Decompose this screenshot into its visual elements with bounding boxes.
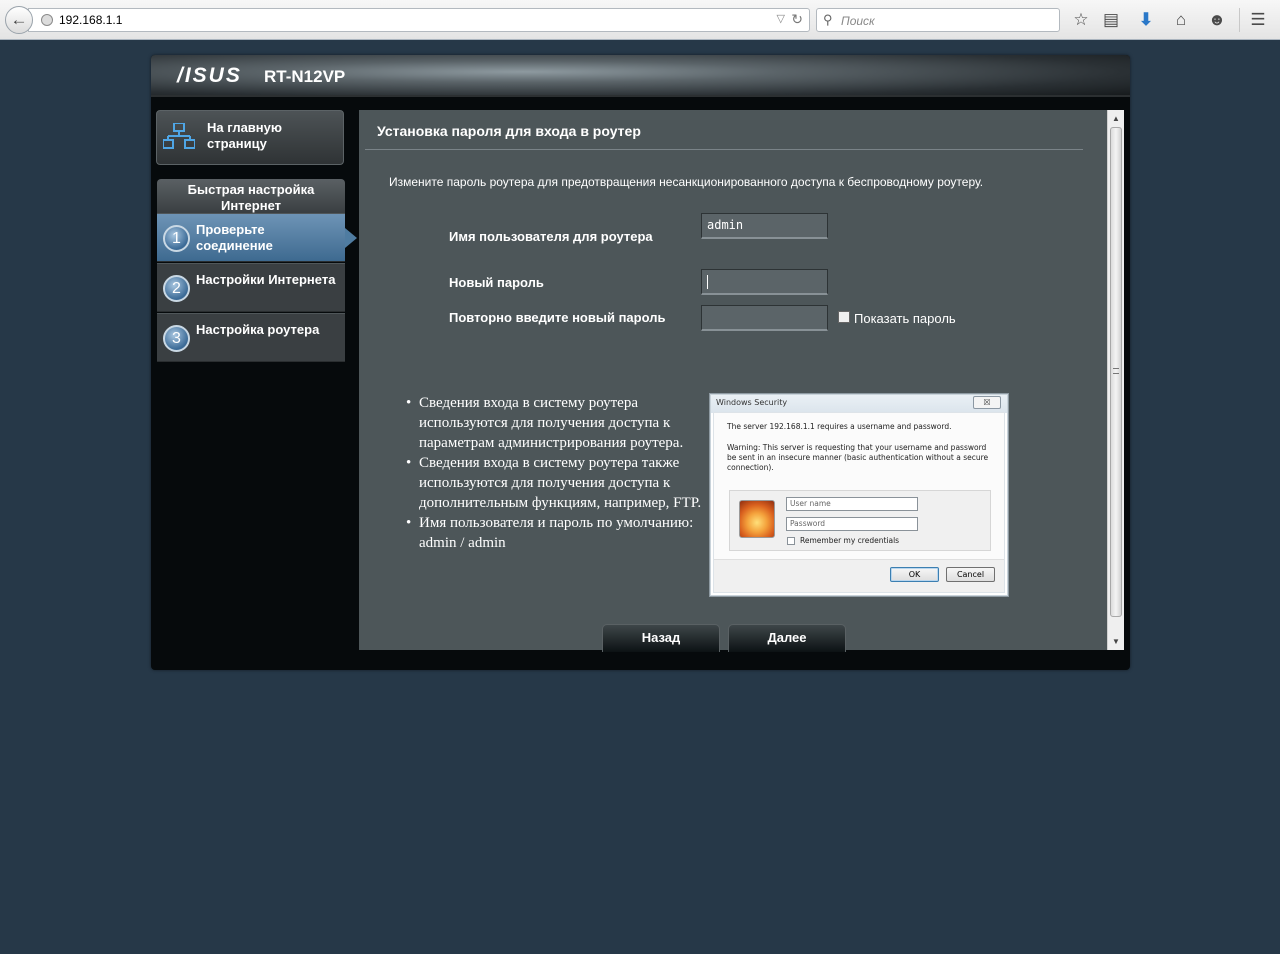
home-page-label: На главную страницу: [207, 120, 282, 151]
bookmarks-list-icon[interactable]: ▤: [1100, 9, 1122, 31]
search-input[interactable]: ⚲ Поиск: [816, 8, 1060, 32]
scrollbar-thumb[interactable]: [1110, 127, 1122, 617]
dialog-body: The server 192.168.1.1 requires a userna…: [713, 412, 1005, 593]
dialog-remember-checkbox: [787, 537, 795, 545]
active-step-arrow: [345, 228, 357, 248]
home-icon[interactable]: ⌂: [1170, 9, 1192, 31]
step-label: Настройки Интернета: [196, 272, 336, 287]
dialog-titlebar: Windows Security ☒: [711, 395, 1007, 413]
scroll-grip-icon: [1113, 368, 1119, 374]
info-item: Имя пользователя и пароль по умолчанию: …: [404, 513, 704, 553]
home-page-button[interactable]: На главную страницу: [156, 110, 344, 165]
dialog-ok-button: OK: [890, 567, 939, 582]
next-button[interactable]: Далее: [728, 624, 846, 652]
user-avatar-icon: [739, 500, 775, 538]
dialog-username-field: User name: [786, 497, 918, 511]
reload-icon[interactable]: ↻: [791, 11, 803, 28]
step-number: 3: [163, 325, 190, 352]
main-panel: Установка пароля для входа в роутер Изме…: [359, 110, 1107, 652]
menu-icon[interactable]: ☰: [1247, 9, 1269, 31]
username-label: Имя пользователя для роутера: [449, 229, 653, 244]
dialog-cancel-button: Cancel: [946, 567, 995, 582]
back-button[interactable]: ←: [5, 6, 33, 34]
dialog-credentials-panel: User name Password Remember my credentia…: [729, 490, 991, 551]
username-input[interactable]: admin: [701, 213, 828, 239]
text-caret: [707, 274, 708, 289]
search-icon: ⚲: [823, 12, 833, 27]
show-password-checkbox[interactable]: [838, 311, 850, 323]
step-number: 2: [163, 275, 190, 302]
toolbar-separator: [1239, 8, 1240, 32]
router-header: /ISUS RT-N12VP: [151, 55, 1130, 97]
asus-logo: /ISUS: [177, 64, 242, 87]
scroll-up-icon[interactable]: ▲: [1108, 110, 1124, 127]
router-page: /ISUS RT-N12VP На главную страницу Быстр…: [151, 55, 1130, 670]
info-item: Сведения входа в систему роутера использ…: [404, 393, 704, 453]
model-name: RT-N12VP: [264, 67, 346, 86]
step-number: 1: [163, 225, 190, 252]
dialog-server-text: The server 192.168.1.1 requires a userna…: [727, 422, 952, 431]
url-text: 192.168.1.1: [59, 13, 123, 27]
vertical-scrollbar[interactable]: ▲ ▼: [1107, 110, 1124, 650]
arrow-left-icon: ←: [10, 10, 28, 29]
step-label: Проверьте соединение: [196, 222, 273, 253]
page-title: Установка пароля для входа в роутер: [377, 123, 641, 139]
network-icon: [163, 123, 195, 149]
sidebar-step-check-connection[interactable]: 1 Проверьте соединение: [157, 213, 357, 262]
title-divider: [365, 149, 1083, 150]
new-password-label: Новый пароль: [449, 275, 544, 290]
sidebar-step-internet-settings[interactable]: 2 Настройки Интернета: [157, 263, 345, 312]
globe-icon: [41, 14, 53, 26]
quick-setup-header: Быстрая настройка Интернет: [157, 179, 345, 213]
download-icon[interactable]: ⬇: [1135, 9, 1157, 31]
url-bar[interactable]: 192.168.1.1 ▽ ↻: [28, 8, 810, 32]
new-password-input[interactable]: [701, 269, 828, 295]
bookmark-star-icon[interactable]: ☆: [1070, 9, 1092, 31]
url-dropdown-icon[interactable]: ▽: [777, 12, 785, 25]
dialog-remember-label: Remember my credentials: [800, 536, 900, 545]
dialog-title: Windows Security: [716, 398, 788, 407]
dialog-footer: OK Cancel: [714, 559, 1004, 592]
close-icon: ☒: [973, 396, 1001, 409]
chat-icon[interactable]: ☻: [1206, 9, 1228, 31]
step-label: Настройка роутера: [196, 322, 320, 337]
dialog-password-field: Password: [786, 517, 918, 531]
dialog-warning-text: Warning: This server is requesting that …: [727, 443, 989, 472]
info-item: Сведения входа в систему роутера также и…: [404, 453, 704, 513]
back-button[interactable]: Назад: [602, 624, 720, 652]
info-list: Сведения входа в систему роутера использ…: [404, 393, 704, 553]
scroll-down-icon[interactable]: ▼: [1108, 633, 1124, 650]
confirm-password-input[interactable]: [701, 305, 828, 331]
confirm-password-label: Повторно введите новый пароль: [449, 310, 666, 325]
show-password-label: Показать пароль: [854, 311, 956, 326]
browser-toolbar: 192.168.1.1 ▽ ↻ ← ⚲ Поиск ☆ ▤ ⬇ ⌂ ☻ ☰: [0, 0, 1280, 40]
sidebar-step-router-setup[interactable]: 3 Настройка роутера: [157, 313, 345, 362]
search-placeholder: Поиск: [841, 14, 875, 28]
intro-text: Измените пароль роутера для предотвращен…: [389, 175, 984, 189]
windows-security-dialog-image: Windows Security ☒ The server 192.168.1.…: [709, 393, 1009, 597]
